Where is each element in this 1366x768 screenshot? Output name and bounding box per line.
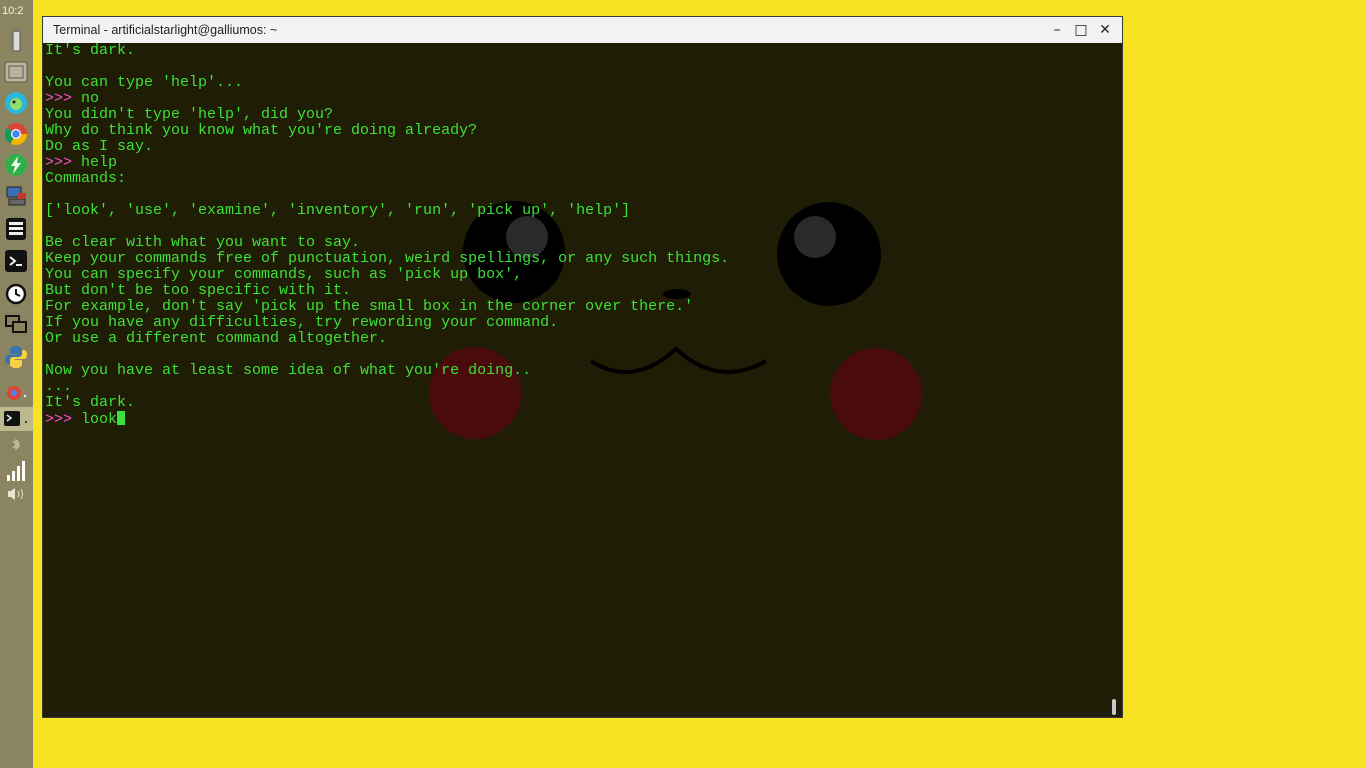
maximize-button[interactable]: □ xyxy=(1072,21,1090,39)
clock[interactable]: 10:2 xyxy=(2,5,23,17)
current-input-line[interactable]: >>> look xyxy=(45,411,729,428)
output-line: ['look', 'use', 'examine', 'inventory', … xyxy=(45,202,631,219)
output-line: It's dark. xyxy=(45,43,136,59)
bluetooth-icon[interactable] xyxy=(4,437,28,461)
output-line: Commands: xyxy=(45,170,127,187)
chrome-window-task-icon[interactable] xyxy=(4,383,28,407)
output-line: Be clear with what you want to say. xyxy=(45,234,361,251)
text-cursor xyxy=(117,411,126,425)
terminal-output: It's dark. You can type 'help'... >>> no Yo… xyxy=(45,43,730,428)
volume-icon[interactable] xyxy=(4,486,28,510)
command-text: no xyxy=(72,90,100,107)
parakeet-app-icon[interactable] xyxy=(4,91,28,115)
output-line: Keep your commands free of punctuation, … xyxy=(45,250,730,267)
minimize-button[interactable]: – xyxy=(1048,21,1066,39)
left-panel: 10:2 xyxy=(0,0,33,768)
network-workstation-icon[interactable] xyxy=(4,185,28,209)
scrollbar[interactable] xyxy=(1107,43,1122,717)
terminal-content[interactable]: It's dark. You can type 'help'... >>> no Yo… xyxy=(43,43,1107,717)
output-line: If you have any difficulties, try reword… xyxy=(45,314,559,331)
command-line: >>> help xyxy=(45,155,729,171)
terminal-launcher-icon[interactable] xyxy=(4,249,28,273)
lightning-app-icon[interactable] xyxy=(4,153,28,177)
output-line: Do as I say. xyxy=(45,138,154,155)
output-line: Or use a different command altogether. xyxy=(45,330,388,347)
prompt-symbol: >>> xyxy=(45,154,73,171)
output-line: It's dark. xyxy=(45,394,136,411)
window-titlebar[interactable]: Terminal - artificialstarlight@galliumos… xyxy=(43,17,1122,43)
output-line: Why do think you know what you're doing … xyxy=(45,122,478,139)
output-line: Now you have at least some idea of what … xyxy=(45,362,532,379)
close-button[interactable]: ✕ xyxy=(1096,21,1114,39)
remote-desktop-icon[interactable] xyxy=(4,313,28,337)
file-manager-icon[interactable] xyxy=(4,60,28,84)
scrollbar-thumb[interactable] xyxy=(1112,699,1116,715)
signal-strength-icon[interactable] xyxy=(4,459,28,483)
usb-drive-icon[interactable] xyxy=(4,27,28,52)
command-text: help xyxy=(72,154,118,171)
terminal-task-icon[interactable] xyxy=(0,407,33,431)
terminal-window[interactable]: Terminal - artificialstarlight@galliumos… xyxy=(43,17,1122,717)
chrome-icon[interactable] xyxy=(4,122,28,146)
output-line: But don't be too specific with it. xyxy=(45,282,352,299)
current-input-text[interactable]: look xyxy=(72,411,117,428)
window-title: Terminal - artificialstarlight@galliumos… xyxy=(53,23,278,37)
prompt-symbol: >>> xyxy=(45,411,73,428)
prompt-symbol: >>> xyxy=(45,90,73,107)
command-line: >>> no xyxy=(45,91,729,107)
right-cheek xyxy=(830,348,922,440)
python-icon[interactable] xyxy=(4,345,28,369)
text-editor-icon[interactable] xyxy=(4,217,28,241)
output-line: You can specify your commands, such as '… xyxy=(45,266,523,283)
output-line: For example, don't say 'pick up the smal… xyxy=(45,298,694,315)
output-line: You didn't type 'help', did you? xyxy=(45,106,334,123)
output-line: ... xyxy=(45,378,73,395)
right-eye xyxy=(777,202,881,306)
right-eye-highlight xyxy=(794,216,836,258)
timer-app-icon[interactable] xyxy=(4,281,28,305)
output-line: You can type 'help'... xyxy=(45,74,244,91)
